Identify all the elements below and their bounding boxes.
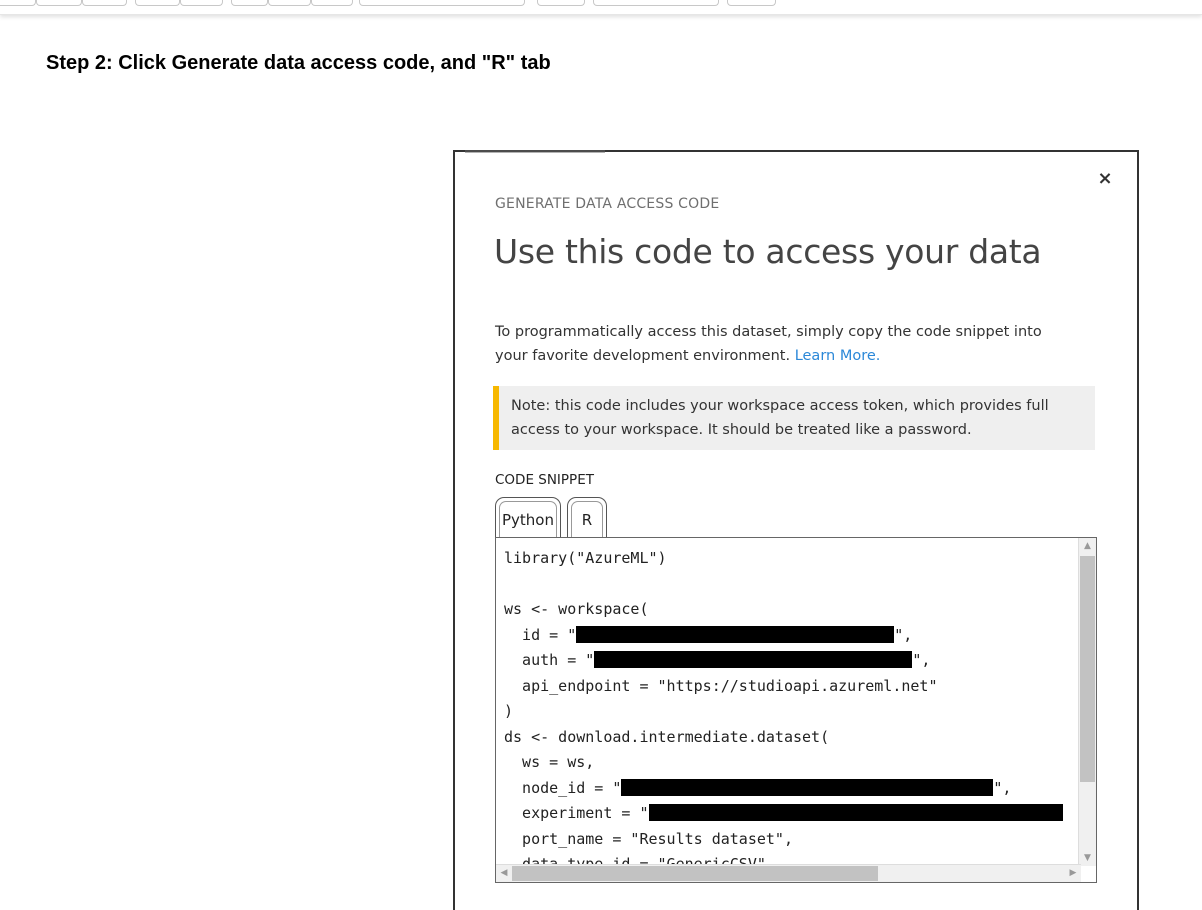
chevron-up-icon[interactable]: ▲	[1079, 538, 1096, 554]
dialog-description: To programmatically access this dataset,…	[495, 320, 1065, 368]
code-line: id = "	[504, 625, 577, 644]
tab-python[interactable]: Python	[495, 497, 561, 537]
code-snippet[interactable]: library("AzureML") ws <- workspace( id =…	[504, 546, 1063, 878]
code-snippet-label: CODE SNIPPET	[495, 472, 594, 488]
tab-r-label: R	[581, 511, 593, 529]
redacted-block	[648, 804, 1063, 821]
vertical-scroll-thumb[interactable]	[1080, 556, 1095, 782]
chevron-down-icon[interactable]: ▼	[1079, 850, 1096, 866]
code-line: ",	[993, 778, 1012, 797]
close-icon[interactable]: ×	[1095, 168, 1115, 190]
redacted-block	[576, 625, 895, 643]
toolbar-button[interactable]	[359, 0, 525, 6]
dialog-title: Use this code to access your data	[494, 232, 1042, 271]
toolbar-button[interactable]	[180, 0, 223, 6]
code-line: auth = "	[504, 651, 595, 669]
dialog-eyebrow: GENERATE DATA ACCESS CODE	[495, 196, 720, 212]
toolbar-button[interactable]	[311, 0, 353, 6]
toolbar-button[interactable]	[231, 0, 268, 6]
code-line: port_name = "Results dataset",	[504, 829, 793, 848]
code-line: ds <- download.intermediate.dataset(	[504, 727, 830, 746]
toolbar-button[interactable]	[268, 0, 311, 6]
code-line: ws <- workspace(	[504, 600, 649, 618]
code-line: library("AzureML")	[504, 549, 667, 567]
vertical-scrollbar[interactable]: ▲ ▼	[1078, 538, 1096, 866]
tab-python-label: Python	[502, 511, 554, 529]
dialog-edge	[465, 150, 605, 153]
code-line: api_endpoint = "https://studioapi.azurem…	[504, 676, 938, 695]
horizontal-scroll-thumb[interactable]	[512, 866, 878, 881]
chevron-right-icon[interactable]: ▶	[1065, 865, 1081, 882]
top-toolbar	[0, 0, 1202, 15]
toolbar-button[interactable]	[537, 0, 585, 6]
toolbar-button[interactable]	[593, 0, 719, 6]
step-heading: Step 2: Click Generate data access code,…	[46, 52, 551, 74]
generate-data-access-code-dialog: × GENERATE DATA ACCESS CODE Use this cod…	[453, 150, 1139, 910]
code-line: )	[504, 702, 514, 720]
learn-more-link[interactable]: Learn More.	[795, 348, 881, 364]
code-line: ws = ws,	[504, 753, 595, 771]
tab-r[interactable]: R	[567, 497, 607, 537]
toolbar-button[interactable]	[36, 0, 82, 6]
code-line: ",	[894, 625, 913, 644]
chevron-left-icon[interactable]: ◀	[496, 865, 512, 882]
redacted-block	[594, 651, 913, 668]
toolbar-button[interactable]	[727, 0, 776, 6]
toolbar-button[interactable]	[135, 0, 180, 6]
code-line: ",	[912, 651, 931, 669]
toolbar-button[interactable]	[82, 0, 127, 6]
toolbar-button[interactable]	[0, 0, 36, 6]
warning-note: Note: this code includes your workspace …	[493, 386, 1095, 450]
code-snippet-box[interactable]: library("AzureML") ws <- workspace( id =…	[495, 537, 1097, 883]
description-text: To programmatically access this dataset,…	[495, 324, 1042, 364]
redacted-block	[621, 778, 994, 796]
code-line: node_id = "	[504, 778, 622, 797]
code-line: experiment = "	[504, 804, 649, 822]
horizontal-scrollbar[interactable]: ◀ ▶	[496, 864, 1081, 882]
